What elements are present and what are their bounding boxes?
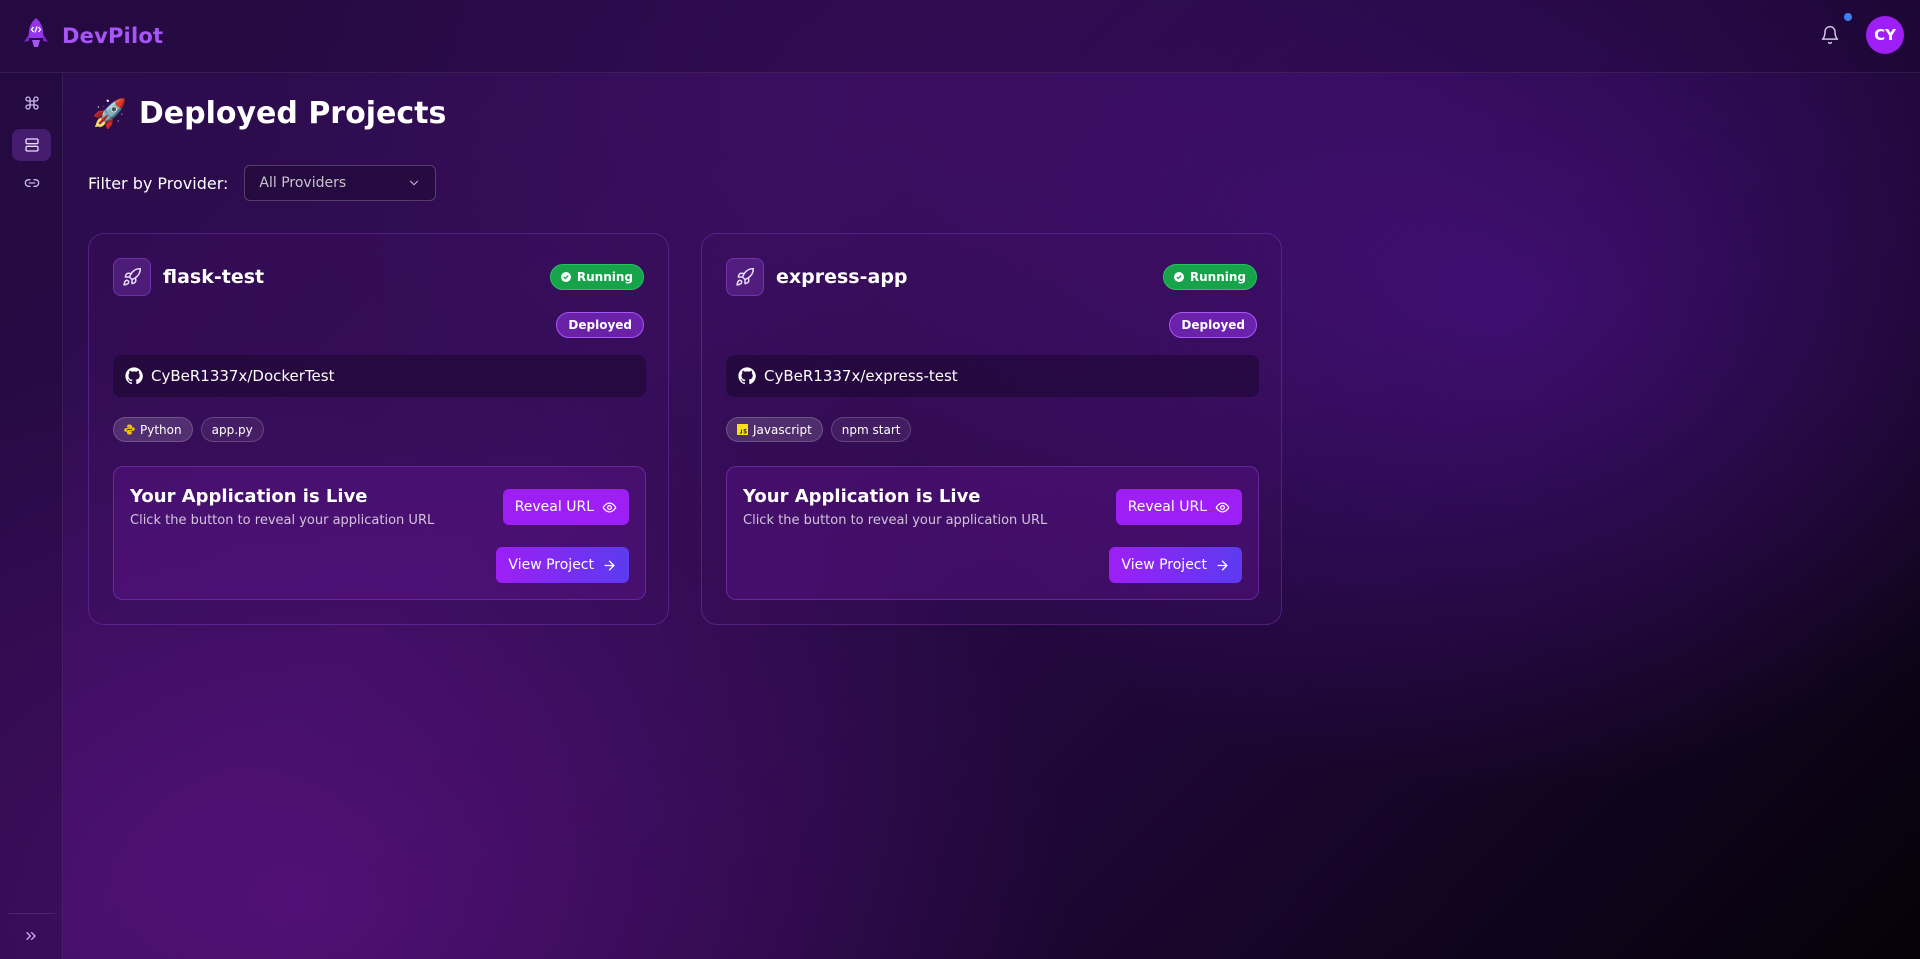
reveal-url-button[interactable]: Reveal URL	[1115, 489, 1242, 525]
view-project-label: View Project	[1121, 557, 1207, 573]
entry-tag: npm start	[830, 417, 912, 442]
provider-select-value: All Providers	[259, 175, 347, 191]
command-icon	[24, 96, 39, 110]
sidebar-expand-button[interactable]	[20, 925, 42, 947]
repo-link[interactable]: CyBeR1337x/DockerTest	[113, 355, 646, 397]
entry-tag: app.py	[200, 417, 264, 442]
github-icon	[125, 367, 143, 385]
repo-name: CyBeR1337x/DockerTest	[151, 367, 335, 385]
check-circle-icon	[1173, 272, 1184, 282]
arrow-right-icon	[604, 560, 615, 570]
project-card: flask-test Running Deployed CyBeR1337x/D…	[88, 233, 669, 625]
deploy-state-badge: Deployed	[1169, 312, 1257, 338]
chevron-down-icon	[410, 180, 419, 186]
server-icon	[24, 138, 39, 152]
sidebar-item-command[interactable]	[12, 87, 51, 119]
status-text: Running	[1189, 270, 1246, 284]
python-icon	[124, 424, 135, 435]
live-panel: Your Application is Live Click the butto…	[113, 466, 646, 600]
javascript-icon	[737, 424, 748, 435]
live-title: Your Application is Live	[130, 486, 368, 507]
avatar[interactable]: CY	[1866, 16, 1904, 54]
sidebar-item-links[interactable]	[12, 167, 51, 199]
notification-dot	[1844, 13, 1852, 21]
page-heading: Deployed Projects	[138, 96, 447, 131]
check-circle-icon	[560, 272, 571, 282]
top-header: DevPilot CY	[0, 0, 1920, 73]
reveal-url-label: Reveal URL	[1127, 499, 1207, 515]
project-name: flask-test	[163, 266, 265, 288]
notifications-button[interactable]	[1820, 13, 1852, 45]
view-project-label: View Project	[508, 557, 594, 573]
bell-icon	[1821, 25, 1839, 45]
sidebar-divider	[8, 913, 55, 914]
status-text: Running	[576, 270, 633, 284]
status-badge: Running	[1162, 264, 1257, 290]
repo-link[interactable]: CyBeR1337x/express-test	[726, 355, 1259, 397]
live-subtitle: Click the button to reveal your applicat…	[743, 513, 1048, 528]
reveal-url-label: Reveal URL	[514, 499, 594, 515]
project-card: express-app Running Deployed CyBeR1337x/…	[701, 233, 1282, 625]
language-name: Python	[140, 422, 182, 437]
eye-icon	[1215, 502, 1230, 512]
brand[interactable]: DevPilot	[22, 16, 163, 56]
project-name: express-app	[776, 266, 908, 288]
view-project-button[interactable]: View Project	[496, 547, 629, 583]
filter-label: Filter by Provider:	[88, 173, 229, 193]
live-title: Your Application is Live	[743, 486, 981, 507]
rocket-icon	[726, 258, 764, 296]
chevrons-right-icon	[26, 932, 36, 940]
language-tag: Python	[113, 417, 193, 442]
live-subtitle: Click the button to reveal your applicat…	[130, 513, 435, 528]
language-tag: Javascript	[726, 417, 823, 442]
sidebar	[0, 73, 63, 959]
page-title: 🚀 Deployed Projects	[92, 96, 446, 131]
status-badge: Running	[549, 264, 644, 290]
sidebar-item-deployments[interactable]	[12, 129, 51, 161]
eye-icon	[602, 502, 617, 512]
arrow-right-icon	[1217, 560, 1228, 570]
provider-select[interactable]: All Providers	[244, 165, 437, 201]
reveal-url-button[interactable]: Reveal URL	[502, 489, 629, 525]
provider-filter: Filter by Provider: All Providers	[88, 165, 437, 201]
view-project-button[interactable]: View Project	[1109, 547, 1242, 583]
github-icon	[738, 367, 756, 385]
repo-name: CyBeR1337x/express-test	[764, 367, 958, 385]
deploy-state-badge: Deployed	[556, 312, 644, 338]
link-icon	[24, 179, 39, 187]
app-name: DevPilot	[62, 24, 164, 48]
live-panel: Your Application is Live Click the butto…	[726, 466, 1259, 600]
rocket-emoji-icon: 🚀	[92, 97, 127, 130]
rocket-code-icon	[24, 18, 48, 47]
language-name: Javascript	[753, 422, 812, 437]
rocket-icon	[113, 258, 151, 296]
